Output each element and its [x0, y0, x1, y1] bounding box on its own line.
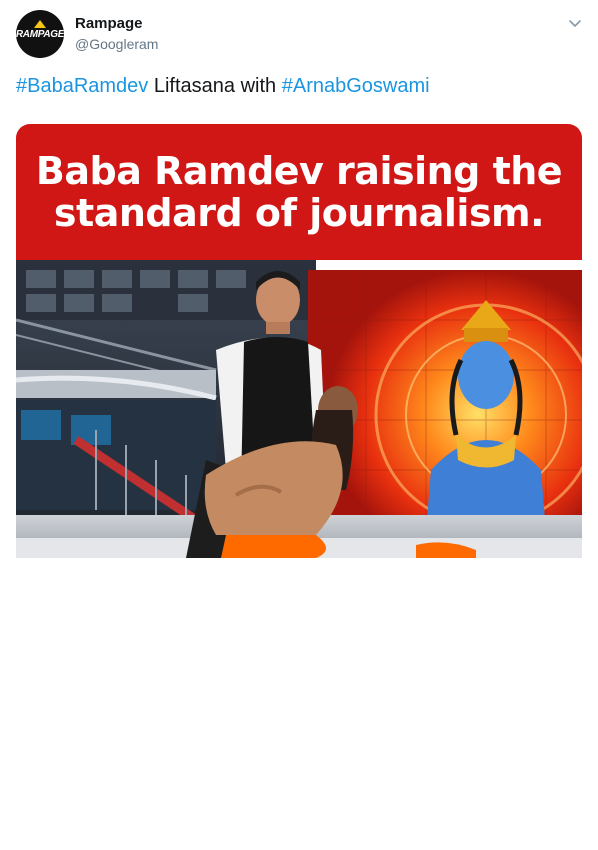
- chevron-down-icon[interactable]: [566, 15, 584, 33]
- hashtag-link-babaramdev[interactable]: #BabaRamdev: [16, 75, 148, 97]
- author-display-name[interactable]: Rampage: [75, 15, 143, 32]
- hashtag-link-arnabgoswami[interactable]: #ArnabGoswami: [282, 75, 430, 97]
- avatar-logo: RAMPAGE: [16, 19, 64, 40]
- tweet-media-image[interactable]: Baba Ramdev raising the standard of jour…: [16, 124, 582, 558]
- author-handle[interactable]: @Googleram: [75, 36, 158, 52]
- news-studio-photo: [16, 260, 582, 558]
- banner-text-line-2: standard of journalism.: [53, 191, 545, 235]
- tweet-text-body: Liftasana with: [148, 75, 282, 97]
- avatar[interactable]: RAMPAGE: [16, 10, 64, 58]
- tweet-card: RAMPAGE Rampage @Googleram #BabaRamdev L…: [0, 0, 598, 850]
- banner-text-line-1: Baba Ramdev raising the: [35, 149, 563, 193]
- tweet-text: #BabaRamdev Liftasana with #ArnabGoswami: [16, 73, 430, 99]
- image-banner: Baba Ramdev raising the standard of jour…: [16, 124, 582, 260]
